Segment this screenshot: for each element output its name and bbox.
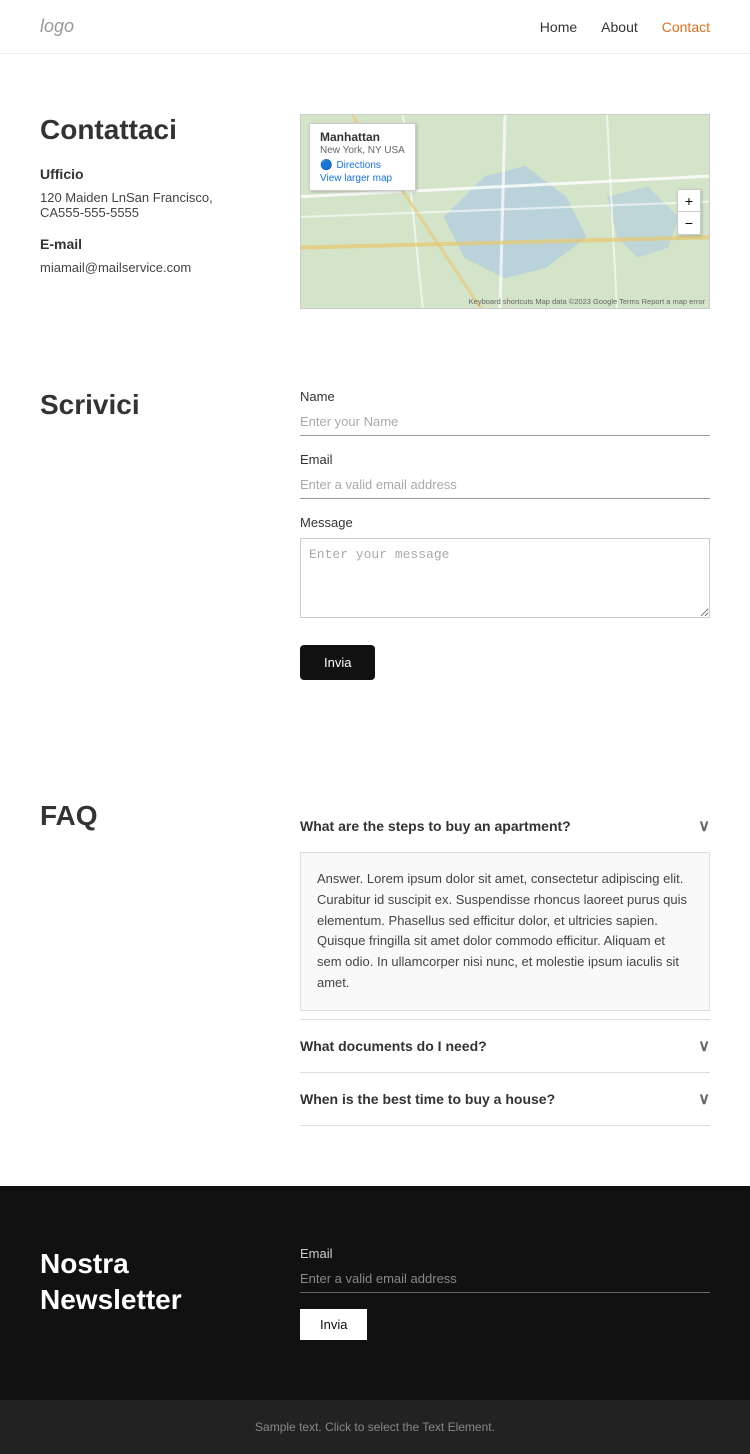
directions-link[interactable]: Directions	[336, 160, 380, 171]
faq-question-text-1: What are the steps to buy an apartment?	[300, 818, 571, 834]
navbar: logo Home About Contact	[0, 0, 750, 54]
write-section: Scrivici Name Email Message Invia	[0, 369, 750, 740]
name-input[interactable]	[300, 408, 710, 436]
faq-title: FAQ	[40, 800, 260, 1126]
view-larger-link[interactable]: View larger map	[320, 173, 405, 184]
map-container[interactable]: Manhattan New York, NY USA 🔵 Directions …	[300, 114, 710, 309]
nav-about[interactable]: About	[601, 19, 638, 35]
email-group: Email	[300, 452, 710, 499]
faq-chevron-2: ∨	[698, 1036, 710, 1056]
message-group: Message	[300, 515, 710, 621]
contact-section: Contattaci Ufficio 120 Maiden LnSan Fran…	[0, 54, 750, 369]
newsletter-email-input[interactable]	[300, 1265, 710, 1293]
map-location: New York, NY USA	[320, 145, 405, 156]
faq-section: FAQ What are the steps to buy an apartme…	[0, 740, 750, 1186]
name-label: Name	[300, 389, 710, 404]
email-input[interactable]	[300, 471, 710, 499]
map-directions: 🔵 Directions	[320, 160, 405, 171]
newsletter-heading-line1: Nostra Newsletter	[40, 1246, 260, 1319]
write-title: Scrivici	[40, 389, 260, 680]
faq-item-3: When is the best time to buy a house? ∨	[300, 1073, 710, 1126]
email-value: miamail@mailservice.com	[40, 260, 260, 275]
faq-list: What are the steps to buy an apartment? …	[300, 800, 710, 1126]
newsletter-email-label: Email	[300, 1246, 710, 1261]
footer-text: Sample text. Click to select the Text El…	[255, 1420, 495, 1434]
map-footer: Keyboard shortcuts Map data ©2023 Google…	[469, 296, 705, 306]
map-zoom-controls: + −	[677, 189, 701, 235]
map-background: Manhattan New York, NY USA 🔵 Directions …	[301, 115, 709, 308]
faq-heading: FAQ	[40, 800, 260, 832]
newsletter-submit-button[interactable]: Invia	[300, 1309, 367, 1340]
zoom-in-button[interactable]: +	[678, 190, 700, 212]
submit-button[interactable]: Invia	[300, 645, 375, 680]
faq-question-text-2: What documents do I need?	[300, 1038, 487, 1054]
write-heading: Scrivici	[40, 389, 260, 421]
faq-chevron-1: ∨	[698, 816, 710, 836]
faq-item-2: What documents do I need? ∨	[300, 1020, 710, 1073]
office-label: Ufficio	[40, 166, 260, 182]
email-label: E-mail	[40, 236, 260, 252]
newsletter-form: Email Invia	[300, 1246, 710, 1340]
nav-contact[interactable]: Contact	[662, 19, 710, 35]
faq-question-2[interactable]: What documents do I need? ∨	[300, 1020, 710, 1072]
faq-answer-1: Answer. Lorem ipsum dolor sit amet, cons…	[300, 852, 710, 1011]
faq-question-text-3: When is the best time to buy a house?	[300, 1091, 555, 1107]
footer: Sample text. Click to select the Text El…	[0, 1400, 750, 1454]
office-address: 120 Maiden LnSan Francisco, CA555-555-55…	[40, 190, 260, 220]
zoom-out-button[interactable]: −	[678, 212, 700, 234]
nav-home[interactable]: Home	[540, 19, 577, 35]
message-textarea[interactable]	[300, 538, 710, 618]
email-label: Email	[300, 452, 710, 467]
write-form: Name Email Message Invia	[300, 389, 710, 680]
map-info-box: Manhattan New York, NY USA 🔵 Directions …	[309, 123, 416, 191]
message-label: Message	[300, 515, 710, 530]
directions-icon: 🔵	[320, 160, 332, 171]
faq-question-3[interactable]: When is the best time to buy a house? ∨	[300, 1073, 710, 1125]
contact-title: Contattaci	[40, 114, 260, 146]
map-place: Manhattan	[320, 130, 405, 144]
contact-info: Contattaci Ufficio 120 Maiden LnSan Fran…	[40, 114, 260, 291]
newsletter-section: Nostra Newsletter Email Invia	[0, 1186, 750, 1400]
name-group: Name	[300, 389, 710, 436]
faq-chevron-3: ∨	[698, 1089, 710, 1109]
faq-question-1[interactable]: What are the steps to buy an apartment? …	[300, 800, 710, 852]
faq-item-1: What are the steps to buy an apartment? …	[300, 800, 710, 1020]
logo: logo	[40, 16, 74, 37]
newsletter-title: Nostra Newsletter	[40, 1246, 260, 1319]
nav-links: Home About Contact	[540, 19, 710, 35]
